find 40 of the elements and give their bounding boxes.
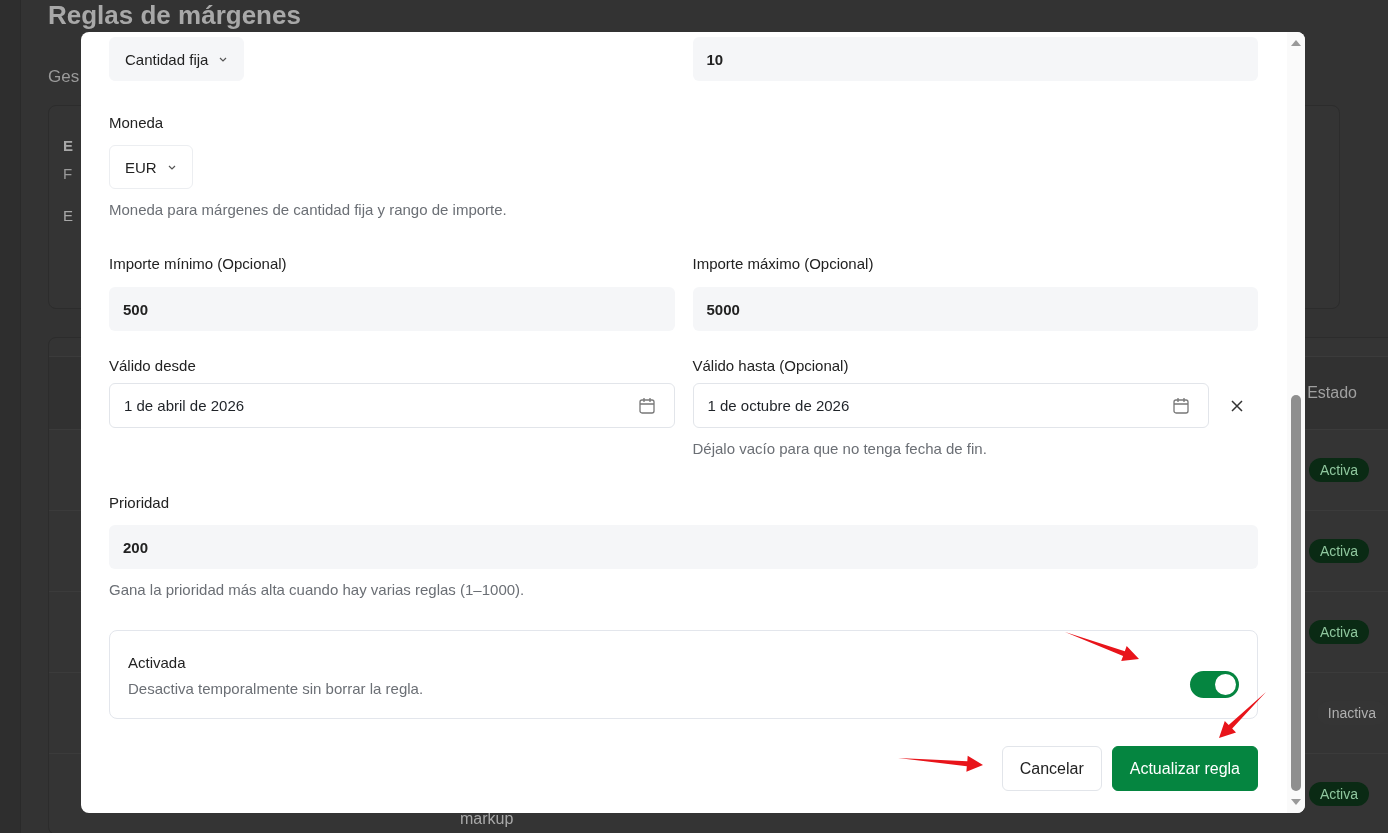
scroll-down-icon	[1290, 797, 1302, 807]
status-badge: Activa	[1308, 458, 1369, 482]
card-text: F	[63, 164, 73, 184]
submit-button[interactable]: Actualizar regla	[1111, 746, 1258, 791]
card-text: E	[63, 136, 73, 156]
field-hint: Déjalo vacío para que no tenga fecha de fin.	[692, 439, 987, 459]
status-badge: Activa	[1308, 782, 1369, 806]
input-field[interactable]: 500	[109, 287, 675, 331]
column-header: Estado	[1307, 384, 1357, 402]
field-label: Válido hasta (Opcional)	[692, 356, 849, 376]
calendar-icon	[1172, 396, 1190, 415]
status-badge: Activa	[1308, 539, 1369, 563]
field-hint: Moneda para márgenes de cantidad fija y rango de importe.	[109, 200, 508, 220]
cancel-button[interactable]: Cancelar	[1001, 746, 1102, 791]
toggle-switch[interactable]	[1190, 671, 1239, 698]
table-cell: markup	[460, 810, 514, 828]
field-hint: Gana la prioridad más alta cuando hay varias reglas (1–1000).	[109, 580, 526, 600]
input-field[interactable]: 10	[692, 37, 1258, 81]
card-text: E	[63, 206, 73, 226]
input-field[interactable]: 5000	[692, 287, 1258, 331]
field-label: Prioridad	[109, 493, 171, 513]
scroll-up-icon	[1290, 38, 1302, 48]
field-label: Importe máximo (Opcional)	[692, 254, 874, 274]
scrollbar-thumb[interactable]	[1291, 395, 1301, 791]
status-badge: Activa	[1308, 620, 1369, 644]
setting-description: Desactiva temporalmente sin borrar la regla.	[128, 679, 424, 699]
date-field[interactable]: 1 de octubre de 2026	[692, 383, 1209, 428]
page-title: Reglas de márgenes	[48, 0, 302, 30]
date-field[interactable]: 1 de abril de 2026	[109, 383, 675, 428]
field-label: Importe mínimo (Opcional)	[109, 254, 287, 274]
input-field[interactable]: 200	[109, 525, 1258, 569]
dropdown[interactable]: Cantidad fija	[109, 37, 245, 81]
page-subtitle: Ges	[48, 66, 80, 88]
calendar-icon	[637, 396, 656, 415]
close-icon	[1231, 399, 1243, 412]
annotation-arrow	[1219, 692, 1266, 738]
setting-title: Activada	[128, 653, 187, 673]
field-label: Válido desde	[109, 356, 196, 376]
field-label: Moneda	[109, 113, 165, 133]
dropdown[interactable]: EUR	[109, 145, 193, 189]
